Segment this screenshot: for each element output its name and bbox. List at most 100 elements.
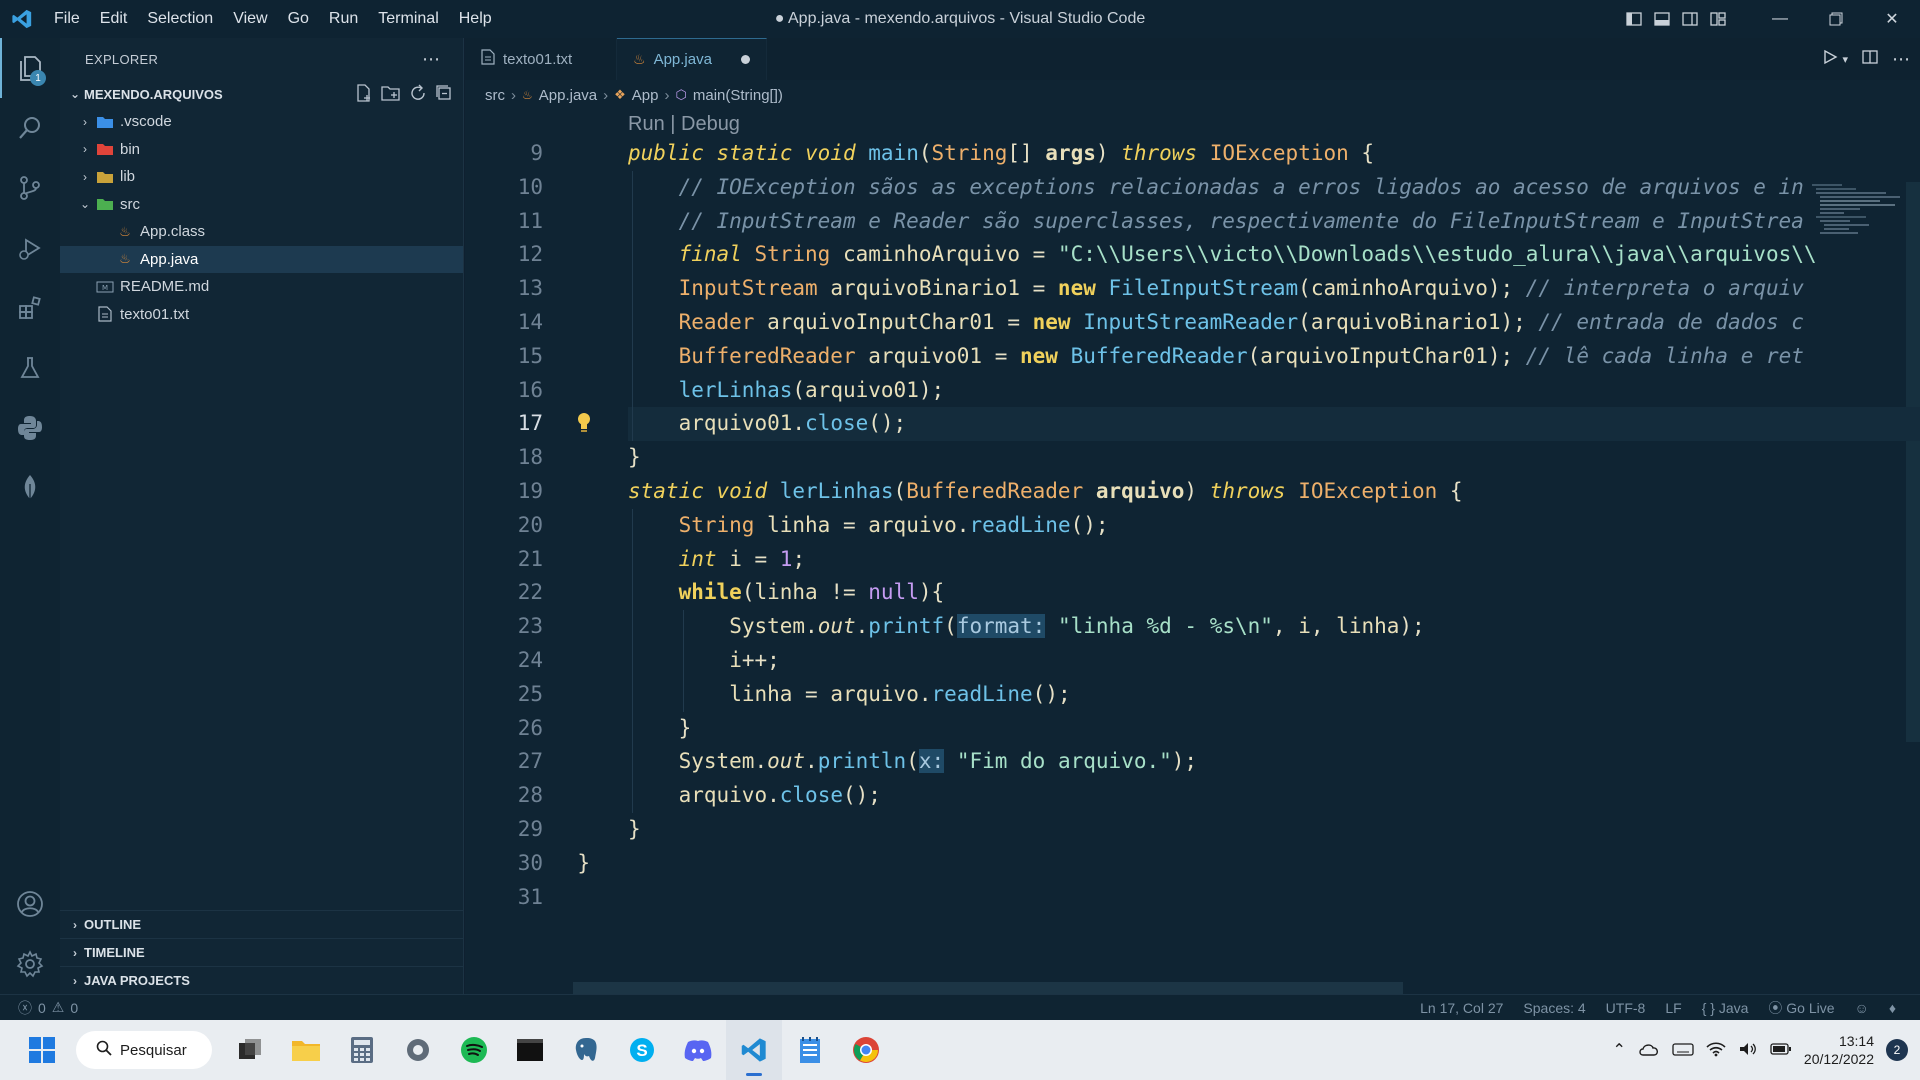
close-window-button[interactable]: ✕ <box>1864 0 1920 38</box>
encoding-status[interactable]: UTF-8 <box>1606 1000 1646 1016</box>
tree-item[interactable]: › .vscode <box>60 108 463 136</box>
explorer-activity-icon[interactable]: 1 <box>0 38 60 98</box>
code-line[interactable]: 23 System.out.printf(format: "linha %d - … <box>465 610 1845 644</box>
indentation-status[interactable]: Spaces: 4 <box>1523 1000 1585 1016</box>
collapse-all-icon[interactable] <box>435 84 453 105</box>
menu-view[interactable]: View <box>223 0 277 38</box>
run-java-icon[interactable] <box>1822 49 1838 70</box>
menu-selection[interactable]: Selection <box>137 0 223 38</box>
split-editor-icon[interactable] <box>1862 49 1878 70</box>
code-line[interactable]: 13 InputStream arquivoBinario1 = new File… <box>465 272 1845 306</box>
source-control-icon[interactable] <box>0 158 60 218</box>
tree-item[interactable]: M README.md <box>60 273 463 301</box>
breadcrumb-class[interactable]: App <box>632 87 659 104</box>
tree-item[interactable]: ♨ App.class <box>60 218 463 246</box>
tab-app-java[interactable]: ♨ App.java <box>617 38 767 80</box>
notification-count-badge[interactable]: 2 <box>1886 1039 1908 1061</box>
code-line[interactable]: 9 public static void main(String[] args) … <box>465 137 1845 171</box>
java-projects-section[interactable]: › JAVA PROJECTS <box>60 966 464 994</box>
show-hidden-icons-chevron-up-icon[interactable]: ⌃ <box>1613 1040 1626 1060</box>
notifications-bell-icon[interactable]: ♦ <box>1889 1000 1896 1016</box>
language-mode[interactable]: { } Java <box>1702 1000 1749 1016</box>
menu-run[interactable]: Run <box>319 0 368 38</box>
tree-item[interactable]: ♨ App.java <box>60 245 463 273</box>
settings-app-icon[interactable] <box>390 1020 446 1080</box>
tree-item[interactable]: texto01.txt <box>60 301 463 329</box>
code-line[interactable]: 12 final String caminhoArquivo = "C:\\Use… <box>465 238 1845 273</box>
editor-more-actions-icon[interactable]: ⋯ <box>1892 49 1910 70</box>
code-editor[interactable]: Run | Debug 9 public static void main(Str… <box>465 110 1920 994</box>
toggle-secondary-sidebar-icon[interactable] <box>1676 0 1704 38</box>
menu-go[interactable]: Go <box>278 0 319 38</box>
code-line[interactable]: 24 i++; <box>465 644 1845 678</box>
codelens-run-debug[interactable]: Run | Debug <box>628 110 740 138</box>
extensions-icon[interactable] <box>0 278 60 338</box>
run-debug-icon[interactable] <box>0 218 60 278</box>
customize-layout-icon[interactable] <box>1704 0 1732 38</box>
accounts-icon[interactable] <box>0 874 60 934</box>
skype-icon[interactable]: S <box>614 1020 670 1080</box>
breadcrumb-method[interactable]: main(String[]) <box>693 87 783 104</box>
vertical-scrollbar[interactable] <box>1906 182 1920 742</box>
more-actions-icon[interactable]: ⋯ <box>422 49 441 70</box>
code-line[interactable]: 17 arquivo01.close(); <box>465 407 1920 442</box>
battery-icon[interactable] <box>1770 1042 1792 1059</box>
code-line[interactable]: 27 System.out.println(x: "Fim do arquivo.… <box>465 745 1845 780</box>
horizontal-scrollbar[interactable] <box>573 982 1403 994</box>
code-line[interactable]: 26} <box>465 711 1845 746</box>
breadcrumb-src[interactable]: src <box>485 87 505 104</box>
windows-start-icon[interactable] <box>14 1020 70 1080</box>
calculator-icon[interactable] <box>334 1020 390 1080</box>
feedback-icon[interactable]: ☺ <box>1855 1000 1869 1016</box>
code-line[interactable]: 19 static void lerLinhas(BufferedReader a… <box>465 475 1845 509</box>
vscode-logo-icon[interactable] <box>0 0 44 38</box>
outline-section[interactable]: › OUTLINE <box>60 910 464 938</box>
project-folder-header[interactable]: ⌄ MEXENDO.ARQUIVOS <box>60 80 463 108</box>
code-line[interactable]: 18} <box>465 441 1845 475</box>
mongodb-leaf-icon[interactable] <box>0 458 60 518</box>
wifi-icon[interactable] <box>1706 1041 1726 1060</box>
toggle-panel-icon[interactable] <box>1648 0 1676 38</box>
tree-item[interactable]: › bin <box>60 136 463 164</box>
code-line[interactable]: 21 int i = 1; <box>465 542 1845 577</box>
code-line[interactable]: 11 // InputStream e Reader são superclass… <box>465 204 1845 239</box>
code-line[interactable]: 29} <box>465 813 1845 847</box>
restore-button[interactable] <box>1808 0 1864 38</box>
breadcrumb-file[interactable]: App.java <box>539 87 597 104</box>
minimize-button[interactable]: — <box>1752 0 1808 38</box>
file-explorer-icon[interactable] <box>278 1020 334 1080</box>
toggle-primary-sidebar-icon[interactable] <box>1620 0 1648 38</box>
search-activity-icon[interactable] <box>0 98 60 158</box>
code-line[interactable]: 16 lerLinhas(arquivo01); <box>465 373 1845 408</box>
volume-icon[interactable] <box>1738 1041 1758 1060</box>
code-line[interactable]: 31 <box>465 881 1845 915</box>
vscode-taskbar-icon[interactable] <box>726 1020 782 1080</box>
menu-edit[interactable]: Edit <box>90 0 138 38</box>
unsaved-dot-icon[interactable] <box>741 55 750 64</box>
code-line[interactable]: 22 while(linha != null){ <box>465 576 1845 611</box>
settings-gear-icon[interactable] <box>0 934 60 994</box>
tab-texto01[interactable]: texto01.txt <box>465 38 617 80</box>
cursor-position[interactable]: Ln 17, Col 27 <box>1420 1000 1503 1016</box>
code-line[interactable]: 14 Reader arquivoInputChar01 = new InputS… <box>465 306 1845 340</box>
taskbar-clock[interactable]: 13:14 20/12/2022 <box>1804 1032 1874 1068</box>
testing-flask-icon[interactable] <box>0 338 60 398</box>
python-icon[interactable] <box>0 398 60 458</box>
discord-icon[interactable] <box>670 1020 726 1080</box>
menu-file[interactable]: File <box>44 0 90 38</box>
run-options-chevron-down-icon[interactable]: ▾ <box>1842 53 1848 66</box>
timeline-section[interactable]: › TIMELINE <box>60 938 464 966</box>
new-file-icon[interactable] <box>355 83 373 105</box>
refresh-icon[interactable] <box>409 84 427 105</box>
code-line[interactable]: 25 linha = arquivo.readLine(); <box>465 677 1845 712</box>
new-folder-icon[interactable] <box>381 84 401 105</box>
menu-help[interactable]: Help <box>449 0 502 38</box>
go-live-button[interactable]: ⦿ Go Live <box>1768 998 1834 1018</box>
postgresql-icon[interactable] <box>558 1020 614 1080</box>
code-line[interactable]: 20 String linha = arquivo.readLine(); <box>465 508 1845 543</box>
task-view-icon[interactable] <box>222 1020 278 1080</box>
problems-status[interactable]: ⓧ 0 ⚠ 0 <box>0 998 78 1018</box>
tree-item[interactable]: › lib <box>60 163 463 191</box>
eol-status[interactable]: LF <box>1665 1000 1681 1016</box>
code-line[interactable]: 28 arquivo.close(); <box>465 779 1845 813</box>
